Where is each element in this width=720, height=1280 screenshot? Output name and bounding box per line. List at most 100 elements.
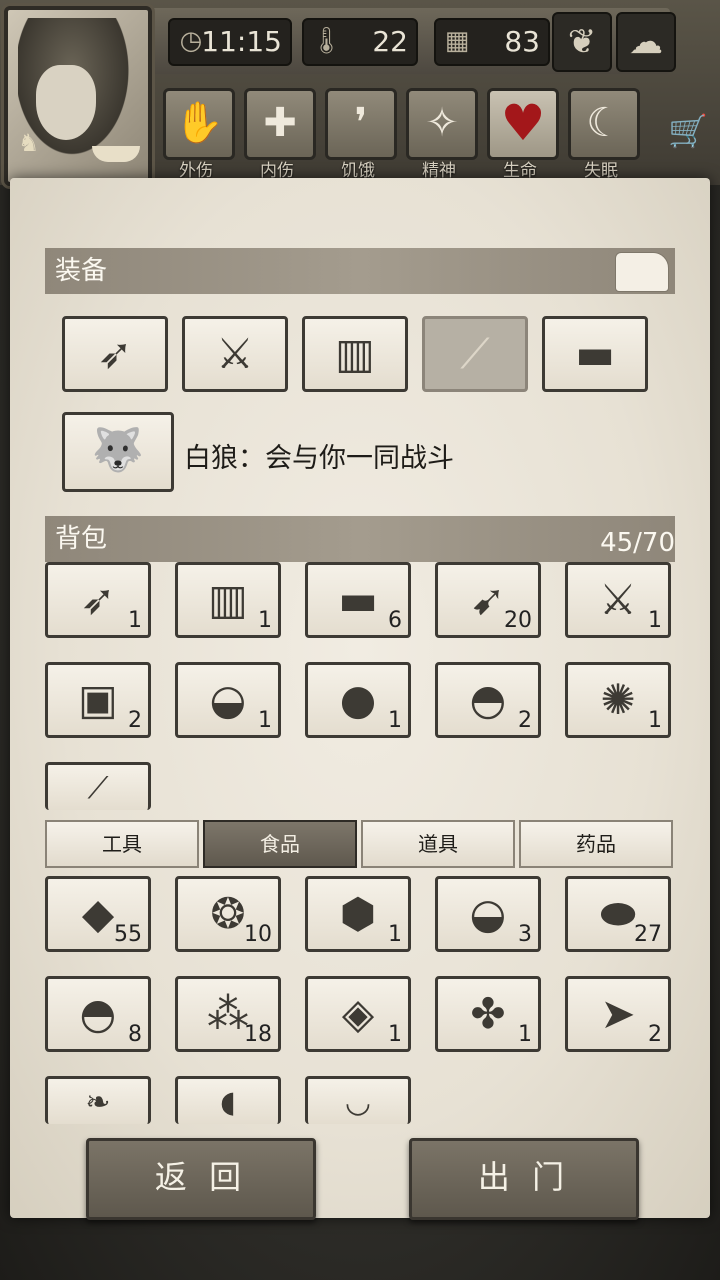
item-count: 1 xyxy=(258,708,272,733)
item-count: 1 xyxy=(518,1022,532,1047)
status-insomnia[interactable]: ☾ xyxy=(568,88,640,160)
item-count: 1 xyxy=(128,608,142,633)
item-count: 3 xyxy=(518,922,532,947)
boot-icon[interactable] xyxy=(615,252,669,292)
food-item-steak[interactable]: ◆ 55 xyxy=(45,876,151,952)
status-hunger[interactable]: ❜ xyxy=(325,88,397,160)
backpack-item-bean[interactable]: ● 1 xyxy=(305,662,411,738)
backpack-header: 背包 45/70 xyxy=(45,516,675,562)
backpack-item-crab[interactable]: ✺ 1 xyxy=(565,662,671,738)
soup-bowl-icon: ◡ xyxy=(344,1085,372,1120)
item-count: 1 xyxy=(648,608,662,633)
food-item-soup-bowl[interactable]: ◡ xyxy=(305,1076,411,1124)
days-value: 83 xyxy=(504,25,540,58)
grenade-icon: ▬ xyxy=(575,329,615,378)
status-inner-injury[interactable]: ✚ xyxy=(244,88,316,160)
item-count: 1 xyxy=(388,922,402,947)
time-display: ◷ 11:15 xyxy=(168,18,292,66)
backpack-item-salad-bowl[interactable]: ◓ 2 xyxy=(435,662,541,738)
food-item-salad-bowl[interactable]: ◓ 8 xyxy=(45,976,151,1052)
equip-slot-torch[interactable]: ⟋ xyxy=(422,316,528,392)
armor-icon: ▥ xyxy=(335,329,375,378)
equip-slot-armor[interactable]: ▥ xyxy=(302,316,408,392)
days-display: ▦ 83 xyxy=(434,18,550,66)
food-item-potato[interactable]: ⬬ 27 xyxy=(565,876,671,952)
item-count: 18 xyxy=(244,1022,272,1047)
backpack-item-armor[interactable]: ▥ 1 xyxy=(175,562,281,638)
item-count: 27 xyxy=(634,922,662,947)
heart-icon: ♥ xyxy=(500,94,546,152)
character-portrait[interactable]: ♞ xyxy=(4,6,152,186)
status-spirit[interactable]: ✧ xyxy=(406,88,478,160)
time-value: 11:15 xyxy=(201,25,282,58)
backpack-item-sauce-dish[interactable]: ▣ 2 xyxy=(45,662,151,738)
equipment-header: 装备 xyxy=(45,248,675,294)
status-life[interactable]: ♥ xyxy=(487,88,559,160)
category-tabs: 工具 食品 道具 药品 xyxy=(45,820,675,870)
equipment-title: 装备 xyxy=(55,256,108,286)
companion-slot-wolf[interactable]: 🐺 xyxy=(62,412,174,492)
back-button[interactable]: 返 回 xyxy=(86,1138,316,1220)
torch-icon: ⟋ xyxy=(460,329,490,378)
food-item-stew-bowl[interactable]: ◒ 3 xyxy=(435,876,541,952)
tab-medicine[interactable]: 药品 xyxy=(519,820,673,868)
sabre-icon: ⚔ xyxy=(216,329,254,378)
sprout-icon[interactable]: ❦ xyxy=(552,12,612,72)
bow-icon: ➶ xyxy=(97,329,133,378)
equip-slot-bow[interactable]: ➶ xyxy=(62,316,168,392)
item-count: 2 xyxy=(648,1022,662,1047)
item-count: 20 xyxy=(504,608,532,633)
shopping-cart-icon[interactable]: 🛒 xyxy=(668,112,708,150)
status-outer-injury[interactable]: ✋ xyxy=(163,88,235,160)
temperature-display: 🌡 22 xyxy=(302,18,418,66)
white-wolf-icon: 🐺 xyxy=(91,425,145,474)
item-count: 8 xyxy=(128,1022,142,1047)
rain-cloud-icon[interactable]: ☁ xyxy=(616,12,676,72)
backpack-item-fish-partial[interactable]: ⟋ xyxy=(45,762,151,810)
backpack-title: 背包 xyxy=(55,524,108,554)
item-count: 1 xyxy=(388,1022,402,1047)
food-item-onion[interactable]: ❂ 10 xyxy=(175,876,281,952)
backpack-item-bow[interactable]: ➶ 1 xyxy=(45,562,151,638)
food-item-crayfish[interactable]: ✤ 1 xyxy=(435,976,541,1052)
backpack-item-arrow[interactable]: ➹ 20 xyxy=(435,562,541,638)
go-out-button[interactable]: 出 门 xyxy=(409,1138,639,1220)
food-item-big-fish[interactable]: ◖ xyxy=(175,1076,281,1124)
cross-icon: ✚ xyxy=(263,100,297,146)
item-count: 2 xyxy=(518,708,532,733)
thermometer-icon: 🌡 xyxy=(310,26,344,56)
temperature-value: 22 xyxy=(372,25,408,58)
equip-slot-grenade[interactable]: ▬ xyxy=(542,316,648,392)
shrimp-icon: ❧ xyxy=(85,1085,111,1120)
big-fish-icon: ◖ xyxy=(220,1085,236,1120)
item-count: 55 xyxy=(114,922,142,947)
item-count: 6 xyxy=(388,608,402,633)
fish-icon: ⟋ xyxy=(87,771,109,806)
moon-icon: ☾ xyxy=(586,100,622,146)
food-item-honeycomb[interactable]: ⬢ 1 xyxy=(305,876,411,952)
food-item-shrimp[interactable]: ❧ xyxy=(45,1076,151,1124)
portrait-face xyxy=(36,65,96,140)
item-count: 1 xyxy=(648,708,662,733)
backpack-capacity: 45/70 xyxy=(600,528,675,558)
tab-food[interactable]: 食品 xyxy=(203,820,357,868)
item-count: 2 xyxy=(128,708,142,733)
tab-props[interactable]: 道具 xyxy=(361,820,515,868)
backpack-item-stew-bowl[interactable]: ◒ 1 xyxy=(175,662,281,738)
top-bar: ♞ ◷ 11:15 🌡 22 ▦ 83 ❦ ☁ ✋ 外伤 ✚ 内伤 ❜ 饥饿 ✧… xyxy=(0,0,720,186)
food-item-fish[interactable]: ➤ 2 xyxy=(565,976,671,1052)
item-count: 1 xyxy=(258,608,272,633)
equip-slot-sabre[interactable]: ⚔ xyxy=(182,316,288,392)
companion-description: 白狼：会与你一同战斗 xyxy=(184,443,454,474)
camel-icon: ♞ xyxy=(18,129,40,157)
item-count: 10 xyxy=(244,922,272,947)
tab-tools[interactable]: 工具 xyxy=(45,820,199,868)
head-stars-icon: ✧ xyxy=(425,100,459,146)
stomach-icon: ❜ xyxy=(354,100,368,146)
backpack-item-sabre[interactable]: ⚔ 1 xyxy=(565,562,671,638)
food-item-tropical-fish[interactable]: ◈ 1 xyxy=(305,976,411,1052)
food-item-berries[interactable]: ⁂ 18 xyxy=(175,976,281,1052)
calendar-icon: ▦ xyxy=(444,26,470,56)
backpack-item-grenade[interactable]: ▬ 6 xyxy=(305,562,411,638)
hand-bandage-icon: ✋ xyxy=(174,100,224,146)
